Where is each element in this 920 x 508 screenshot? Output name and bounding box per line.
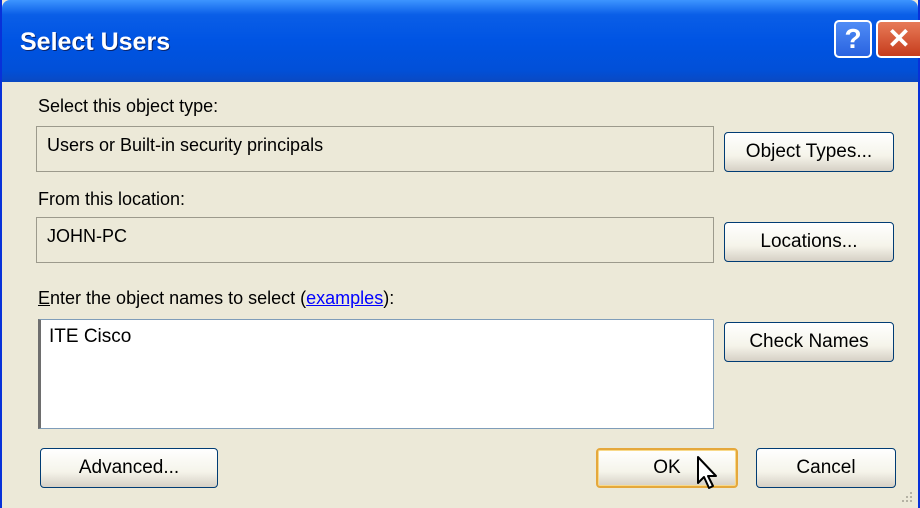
object-names-input[interactable]: ITE Cisco xyxy=(38,319,714,429)
select-users-dialog: Select Users ? ✕ Select this object type… xyxy=(0,0,920,508)
locations-button[interactable]: Locations... xyxy=(724,222,894,262)
locations-button-label: Locations... xyxy=(760,231,858,252)
title-bar[interactable]: Select Users ? ✕ xyxy=(2,0,920,82)
object-names-label-end: ): xyxy=(383,288,395,308)
help-button[interactable]: ? xyxy=(834,20,872,58)
help-icon: ? xyxy=(844,23,862,54)
mouse-pointer-icon xyxy=(697,456,717,489)
object-type-label: Select this object type: xyxy=(38,96,219,116)
cancel-button[interactable]: Cancel xyxy=(756,448,896,488)
check-names-button[interactable]: Check Names xyxy=(724,322,894,362)
window-title: Select Users xyxy=(20,28,171,56)
close-icon: ✕ xyxy=(887,23,911,54)
advanced-button-label: Advanced... xyxy=(78,457,180,478)
object-types-button[interactable]: Object Types... xyxy=(724,132,894,172)
object-names-label-accelerator: E xyxy=(38,288,51,308)
location-label: From this location: xyxy=(38,189,186,209)
advanced-button[interactable]: Advanced... xyxy=(40,448,218,488)
object-type-field: Users or Built-in security principals xyxy=(36,126,714,172)
object-names-label-text: nter the object names to select ( xyxy=(50,288,307,308)
check-names-button-label: Check Names xyxy=(749,331,869,352)
location-field: JOHN-PC xyxy=(36,217,714,263)
examples-link[interactable]: examples xyxy=(306,288,383,308)
location-value: JOHN-PC xyxy=(47,226,127,246)
object-names-label: Enter the object names to select (exampl… xyxy=(38,288,394,309)
object-type-value: Users or Built-in security principals xyxy=(47,135,324,155)
close-button[interactable]: ✕ xyxy=(876,20,920,58)
object-types-button-label: Object Types... xyxy=(745,141,873,162)
object-names-value: ITE Cisco xyxy=(49,326,132,347)
ok-button-label: OK xyxy=(653,457,681,478)
cancel-button-label: Cancel xyxy=(796,457,856,478)
resize-grip-icon[interactable] xyxy=(898,488,914,504)
